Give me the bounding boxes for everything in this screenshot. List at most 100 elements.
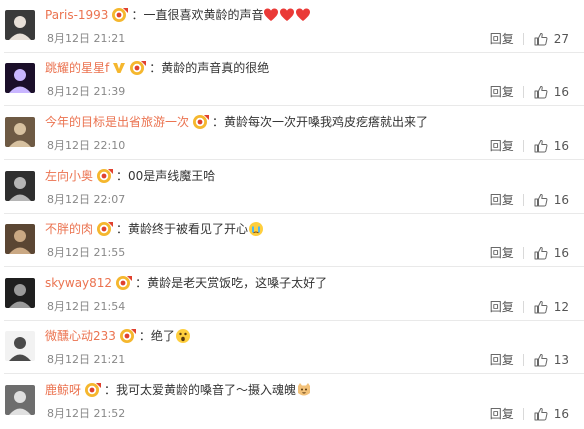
avatar[interactable] — [5, 331, 35, 361]
avatar[interactable] — [5, 385, 35, 415]
comment-item: 微醺心动233 ：绝了 8月12日 21:21 回复 13 — [0, 321, 584, 374]
action-divider — [522, 140, 524, 152]
thumbs-up-icon — [534, 193, 548, 207]
comment-body: 微醺心动233 ：绝了 — [45, 326, 576, 346]
reply-button[interactable]: 回复 — [490, 404, 514, 424]
colon-separator: ： — [116, 222, 129, 236]
member-badge — [96, 221, 114, 237]
colon-separator: ： — [138, 329, 151, 343]
thumbs-up-icon — [534, 246, 548, 260]
action-divider — [522, 194, 524, 206]
action-divider — [522, 33, 524, 45]
comment-actions: 回复 16 — [490, 136, 569, 156]
comment-divider — [4, 266, 584, 267]
comment-text: 黄龄是老天赏饭吃，这嗓子太好了 — [147, 276, 328, 290]
comment-timestamp: 8月12日 21:55 — [47, 246, 126, 259]
member-badge-icon — [116, 276, 133, 290]
member-badge-icon — [119, 329, 136, 343]
comment-timestamp: 8月12日 21:52 — [47, 407, 126, 420]
comment-actions: 回复 16 — [490, 82, 569, 102]
like-count: 16 — [553, 85, 569, 99]
comment-text: 绝了 — [150, 329, 175, 343]
comment-actions: 回复 16 — [490, 190, 569, 210]
colon-separator: ： — [104, 383, 117, 397]
comment-timestamp: 8月12日 21:21 — [47, 32, 126, 45]
like-count: 13 — [553, 353, 569, 367]
reply-button[interactable]: 回复 — [490, 297, 514, 317]
heart-emoji-icon — [264, 8, 279, 21]
like-button[interactable]: 16 — [534, 243, 569, 263]
like-count: 16 — [553, 246, 569, 260]
comment-body: 鹿鲸呀 ：我可太爱黄龄的嗓音了～摄入魂魄 — [45, 380, 576, 400]
vip-badge — [112, 61, 126, 75]
crying-emoji-icon — [249, 222, 264, 236]
username-link[interactable]: skyway812 — [45, 273, 112, 293]
username-link[interactable]: 今年的目标是出省旅游一次 — [45, 112, 189, 132]
comment-divider — [4, 159, 584, 160]
reply-button[interactable]: 回复 — [490, 350, 514, 370]
comment-timestamp: 8月12日 21:21 — [47, 353, 126, 366]
username-link[interactable]: 不胖的肉 — [45, 219, 93, 239]
heart-emoji-icon — [280, 8, 295, 21]
comment-timestamp: 8月12日 21:54 — [47, 300, 126, 313]
vip-v-icon — [113, 63, 126, 73]
comment-item: Paris-1993 ：一直很喜欢黄龄的声音 8月12日 21:21 回复 27 — [0, 0, 584, 53]
like-count: 16 — [553, 407, 569, 421]
colon-separator: ： — [212, 115, 225, 129]
like-count: 12 — [553, 300, 569, 314]
like-button[interactable]: 13 — [534, 350, 569, 370]
colon-separator: ： — [149, 61, 162, 75]
avatar[interactable] — [5, 224, 35, 254]
comment-actions: 回复 12 — [490, 297, 569, 317]
member-badge-icon — [112, 8, 129, 22]
like-button[interactable]: 16 — [534, 82, 569, 102]
username-link[interactable]: 左向小奥 — [45, 166, 93, 186]
like-count: 16 — [553, 139, 569, 153]
comment-item: 跳耀的星星f ：黄龄的声音真的很绝 8月12日 21:39 回复 16 — [0, 53, 584, 106]
comment-divider — [4, 373, 584, 374]
member-badge-icon — [130, 61, 147, 75]
avatar[interactable] — [5, 63, 35, 93]
username-link[interactable]: 跳耀的星星f — [45, 58, 109, 78]
comment-timestamp: 8月12日 22:07 — [47, 193, 126, 206]
reply-button[interactable]: 回复 — [490, 243, 514, 263]
reply-button[interactable]: 回复 — [490, 190, 514, 210]
like-button[interactable]: 27 — [534, 29, 569, 49]
like-button[interactable]: 16 — [534, 404, 569, 424]
member-badge-icon — [85, 383, 102, 397]
cat-emoji-icon — [298, 383, 311, 396]
action-divider — [522, 301, 524, 313]
member-badge — [115, 275, 133, 291]
member-badge — [96, 168, 114, 184]
username-link[interactable]: 微醺心动233 — [45, 326, 116, 346]
comment-item: 左向小奥 ： 00是声线魔王哈 8月12日 22:07 回复 16 — [0, 161, 584, 214]
action-divider — [522, 354, 524, 366]
like-button[interactable]: 16 — [534, 190, 569, 210]
reply-button[interactable]: 回复 — [490, 136, 514, 156]
avatar[interactable] — [5, 10, 35, 40]
comment-text: 00是声线魔王哈 — [128, 169, 216, 183]
comment-body: 左向小奥 ： 00是声线魔王哈 — [45, 166, 576, 186]
comment-body: Paris-1993 ：一直很喜欢黄龄的声音 — [45, 5, 576, 25]
action-divider — [522, 86, 524, 98]
reply-button[interactable]: 回复 — [490, 82, 514, 102]
comment-body: 今年的目标是出省旅游一次 ：黄龄每次一次开嗓我鸡皮疙瘩就出来了 — [45, 112, 576, 132]
username-link[interactable]: Paris-1993 — [45, 5, 108, 25]
colon-separator: ： — [131, 8, 144, 22]
like-button[interactable]: 16 — [534, 136, 569, 156]
comment-text: 黄龄每次一次开嗓我鸡皮疙瘩就出来了 — [224, 115, 429, 129]
comment-actions: 回复 16 — [490, 404, 569, 424]
reply-button[interactable]: 回复 — [490, 29, 514, 49]
member-badge — [111, 7, 129, 23]
member-badge-icon — [97, 169, 114, 183]
avatar[interactable] — [5, 171, 35, 201]
comment-text: 一直很喜欢黄龄的声音 — [143, 8, 264, 22]
like-button[interactable]: 12 — [534, 297, 569, 317]
avatar[interactable] — [5, 278, 35, 308]
comment-divider — [4, 105, 584, 106]
member-badge — [192, 114, 210, 130]
member-badge-icon — [97, 222, 114, 236]
colon-separator: ： — [116, 169, 129, 183]
avatar[interactable] — [5, 117, 35, 147]
username-link[interactable]: 鹿鲸呀 — [45, 380, 81, 400]
